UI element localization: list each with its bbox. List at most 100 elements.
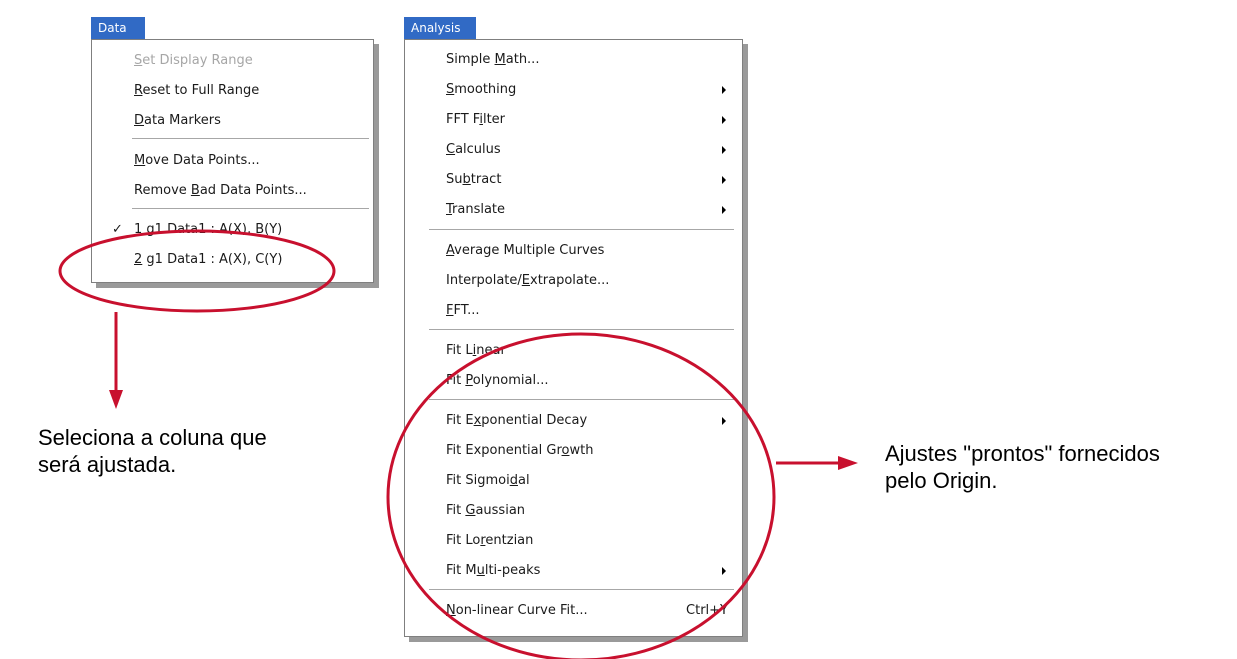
submenu-arrow-icon (722, 86, 726, 94)
analysis-menu-item-average-multiple-curves[interactable]: Average Multiple Curves (405, 236, 742, 266)
data-menu-item-dataset-2[interactable]: 2 g1 Data1 : A(X), C(Y) (92, 245, 373, 275)
analysis-menu-item-fit-lorentzian[interactable]: Fit Lorentzian (405, 526, 742, 556)
menu-item-label-text: g1 Data1 : A(X), C(Y) (142, 252, 283, 267)
submenu-arrow-icon (722, 206, 726, 214)
submenu-arrow-icon (722, 146, 726, 154)
analysis-menu-item-fft[interactable]: FFT... (405, 296, 742, 326)
menu-item-label: Simple Math... (446, 45, 539, 75)
menu-item-label: Set Display Range (134, 46, 253, 76)
data-menu-panel: Set Display Range Reset to Full Range Da… (91, 39, 374, 283)
analysis-menu-separator (429, 399, 734, 401)
menu-item-label-text: ponential Decay (481, 413, 588, 428)
submenu-arrow-icon (722, 567, 726, 575)
menu-item-label-text: et Display Range (142, 53, 253, 68)
menu-item-label: 1 g1 Data1 : A(X), B(Y) (134, 215, 282, 245)
menu-item-mnemonic: N (446, 603, 456, 618)
analysis-menu-item-smoothing[interactable]: Smoothing (405, 75, 742, 105)
analysis-menu-title[interactable]: Analysis (404, 17, 476, 39)
menu-item-shortcut: Ctrl+Y (686, 603, 728, 618)
menu-item-mnemonic: G (465, 503, 476, 518)
analysis-menu-item-fit-linear[interactable]: Fit Linear (405, 336, 742, 366)
menu-item-label-text: Fit M (446, 563, 477, 578)
menu-item-label-text: Fit Sigmoi (446, 473, 510, 488)
menu-item-label-text: Fit Lo (446, 533, 481, 548)
analysis-menu-item-fit-sigmoidal[interactable]: Fit Sigmoidal (405, 466, 742, 496)
menu-item-label-text: near (476, 343, 506, 358)
annotation-arrow-right-head (838, 456, 858, 470)
analysis-menu-item-fit-exponential-decay[interactable]: Fit Exponential Decay (405, 406, 742, 436)
analysis-menu-item-subtract[interactable]: Subtract (405, 165, 742, 195)
analysis-menu-item-non-linear-curve-fit[interactable]: Non-linear Curve Fit... Ctrl+Y (405, 596, 742, 626)
annotation-left-line-2: será ajustada. (38, 452, 177, 477)
menu-item-label: Fit Lorentzian (446, 526, 533, 556)
analysis-menu-item-fit-polynomial[interactable]: Fit Polynomial... (405, 366, 742, 396)
menu-item-label-text: Fit (446, 503, 466, 518)
analysis-menu-separator (429, 589, 734, 591)
menu-item-label-text: eset to Full Range (142, 83, 260, 98)
menu-item-label-text: Fit L (446, 343, 473, 358)
analysis-menu-item-fft-filter[interactable]: FFT Filter (405, 105, 742, 135)
analysis-menu-item-fit-gaussian[interactable]: Fit Gaussian (405, 496, 742, 526)
data-menu-title[interactable]: Data (91, 17, 145, 39)
menu-item-mnemonic: A (446, 243, 455, 258)
menu-item-mnemonic: M (494, 52, 506, 67)
menu-item-label: Fit Exponential Growth (446, 436, 593, 466)
analysis-menu-item-simple-math[interactable]: Simple Math... (405, 45, 742, 75)
menu-item-mnemonic: u (476, 563, 485, 578)
menu-item-label-text: on-linear Curve Fit... (455, 603, 588, 618)
menu-item-label: Fit Exponential Decay (446, 406, 587, 436)
submenu-arrow-icon (722, 116, 726, 124)
menu-item-mnemonic: P (465, 373, 473, 388)
menu-item-label-text: Remove (134, 183, 191, 198)
menu-item-mnemonic: D (134, 113, 145, 128)
menu-item-label: Fit Linear (446, 336, 506, 366)
menu-item-label: Translate (446, 195, 505, 225)
menu-item-label-text: olynomial... (472, 373, 549, 388)
menu-item-label-text: ove Data Points... (145, 153, 260, 168)
menu-item-label: FFT Filter (446, 105, 505, 135)
analysis-menu-item-fit-exponential-growth[interactable]: Fit Exponential Growth (405, 436, 742, 466)
menu-item-label-text: lti-peaks (484, 563, 541, 578)
annotation-left: Seleciona a coluna que será ajustada. (38, 424, 267, 478)
menu-item-label-text: xtrapolate... (530, 273, 610, 288)
menu-item-label-text: ata Markers (144, 113, 221, 128)
analysis-menu-item-translate[interactable]: Translate (405, 195, 742, 225)
menu-item-label-text: moothing (454, 82, 517, 97)
menu-item-label-text: tract (470, 172, 502, 187)
annotation-right-line-1: Ajustes "prontos" fornecidos (885, 441, 1160, 466)
menu-item-label: Reset to Full Range (134, 76, 259, 106)
analysis-menu-panel: Simple Math... Smoothing FFT Filter Calc… (404, 39, 743, 637)
menu-item-label: Smoothing (446, 75, 516, 105)
menu-item-label-text: FFT F (446, 112, 480, 127)
menu-item-mnemonic: M (134, 153, 146, 168)
annotation-right: Ajustes "prontos" fornecidos pelo Origin… (885, 440, 1160, 494)
menu-item-label-text: Interpolate/ (446, 273, 522, 288)
menu-item-label-text: ath... (505, 52, 540, 67)
menu-item-label-text: FT... (453, 303, 480, 318)
menu-item-label-text: Su (446, 172, 463, 187)
menu-item-mnemonic: b (462, 172, 471, 187)
data-menu-item-set-display-range[interactable]: Set Display Range (92, 46, 373, 76)
data-menu-item-reset-to-full-range[interactable]: Reset to Full Range (92, 76, 373, 106)
data-menu-item-remove-bad-data-points[interactable]: Remove Bad Data Points... (92, 176, 373, 206)
menu-item-label-text: ad Data Points... (199, 183, 307, 198)
annotation-left-line-1: Seleciona a coluna que (38, 425, 267, 450)
menu-item-label: Remove Bad Data Points... (134, 176, 307, 206)
menu-item-label: Move Data Points... (134, 146, 260, 176)
menu-item-label: Non-linear Curve Fit... (446, 596, 588, 626)
analysis-menu-item-fit-multi-peaks[interactable]: Fit Multi-peaks (405, 556, 742, 586)
data-menu-item-dataset-1[interactable]: ✓ 1 g1 Data1 : A(X), B(Y) (92, 215, 373, 245)
analysis-menu-item-calculus[interactable]: Calculus (405, 135, 742, 165)
submenu-arrow-icon (722, 417, 726, 425)
menu-item-label-text: entzian (485, 533, 534, 548)
menu-item-label-text: alculus (455, 142, 501, 157)
analysis-menu-separator (429, 329, 734, 331)
data-menu-item-data-markers[interactable]: Data Markers (92, 106, 373, 136)
annotation-arrow-down-head (109, 390, 123, 409)
menu-item-label: Calculus (446, 135, 501, 165)
menu-item-label-text: Simple (446, 52, 495, 67)
data-menu-item-move-data-points[interactable]: Move Data Points... (92, 146, 373, 176)
menu-item-label-text: lter (482, 112, 506, 127)
menu-item-label-text: aussian (475, 503, 526, 518)
analysis-menu-item-interpolate-extrapolate[interactable]: Interpolate/Extrapolate... (405, 266, 742, 296)
